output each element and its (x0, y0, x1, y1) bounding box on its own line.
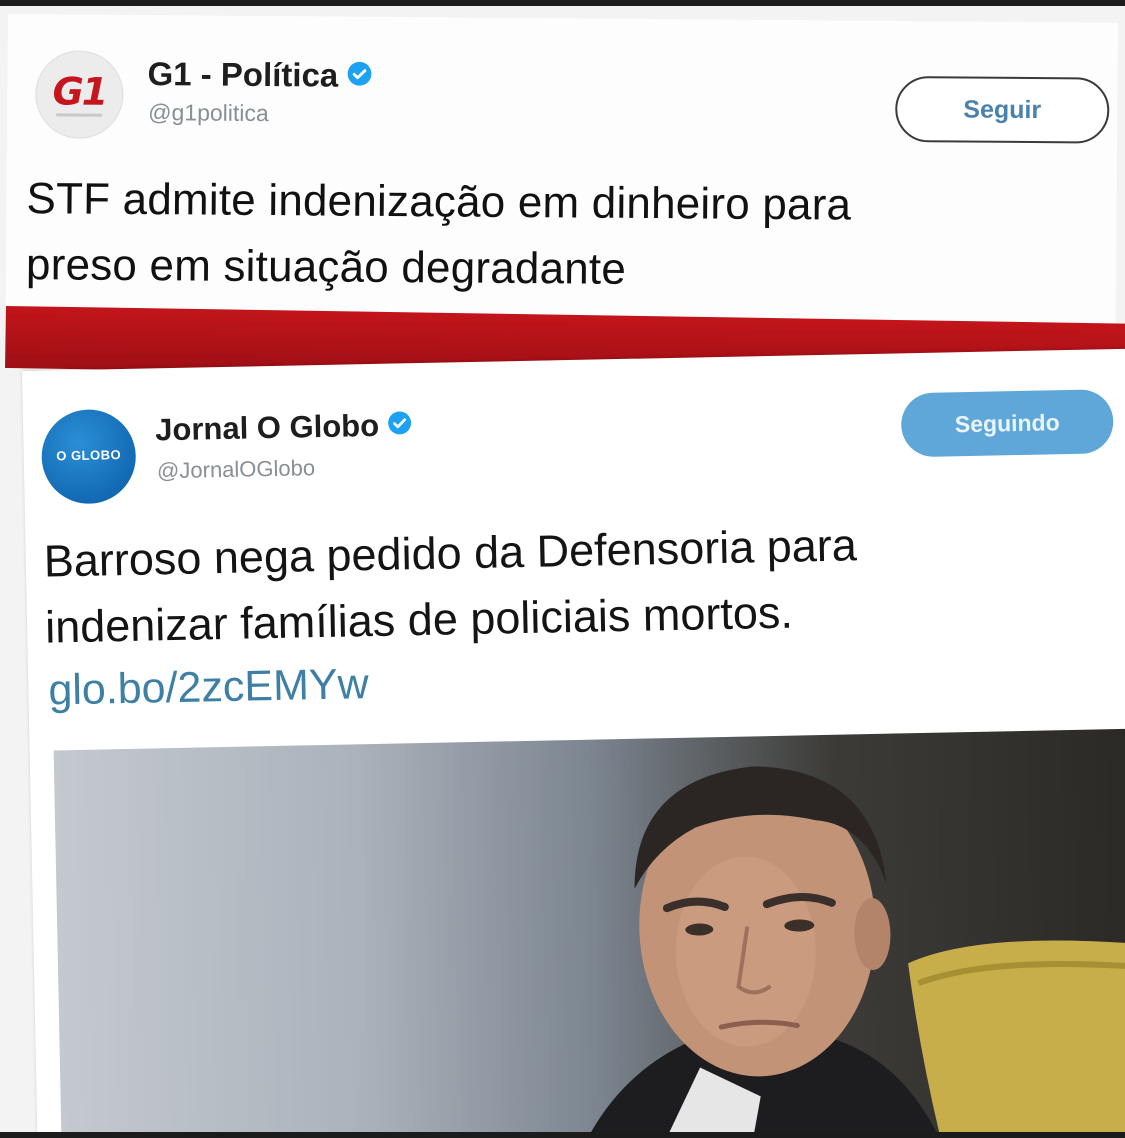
following-button[interactable]: Seguindo (900, 389, 1114, 458)
oglobo-avatar[interactable]: O GLOBO (40, 408, 137, 505)
account-handle[interactable]: @JornalOGlobo (157, 455, 316, 484)
screenshot-collage: G1 G1 - Política @g1politica Seguir STF … (0, 6, 1125, 1132)
tweet-photo[interactable] (53, 728, 1125, 1132)
portrait-illustration (581, 766, 1125, 1132)
account-handle[interactable]: @g1politica (148, 99, 269, 127)
follow-button[interactable]: Seguir (895, 75, 1110, 144)
tweet-text-line: preso em situação degradante (25, 240, 627, 294)
g1-logo-text: G1 (52, 69, 107, 114)
tweet-text-line: STF admite indenização em dinheiro para (26, 174, 852, 230)
g1-avatar[interactable]: G1 (35, 50, 124, 139)
account-name[interactable]: G1 - Política (147, 55, 372, 95)
tweet-text: Barroso nega pedido da Defensoria para i… (43, 507, 1105, 660)
verified-badge-icon (387, 407, 413, 443)
tweet-link[interactable]: glo.bo/2zcEMYw (48, 660, 369, 715)
account-name-text: Jornal O Globo (154, 407, 380, 448)
tweet-text: STF admite indenização em dinheiro para … (26, 166, 1107, 306)
oglobo-logo-text: O GLOBO (56, 447, 122, 464)
account-name-text: G1 - Política (147, 55, 339, 94)
account-name[interactable]: Jornal O Globo (155, 407, 413, 448)
tweet-oglobo: O GLOBO Jornal O Globo @JornalOGlobo Seg… (22, 348, 1125, 1132)
g1-logo-underline (56, 113, 103, 117)
verified-badge-icon (346, 57, 372, 95)
